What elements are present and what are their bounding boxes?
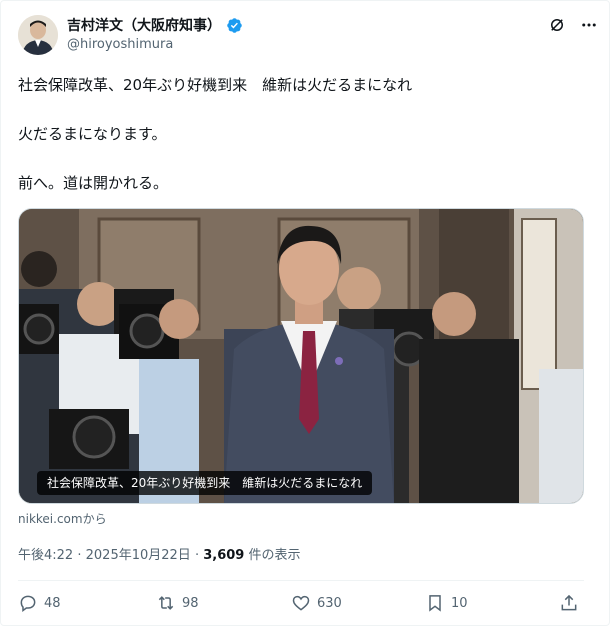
views-count: 3,609 (203, 548, 245, 563)
tweet-line: 火だるまになります。 (18, 125, 167, 143)
bookmark-button[interactable]: 10 (425, 590, 468, 616)
link-source[interactable]: nikkei.comから (18, 510, 107, 527)
share-icon (561, 594, 577, 611)
views-label: 件の表示 (248, 548, 301, 563)
tweet-time[interactable]: 午後4:22 (18, 548, 73, 563)
verified-badge-icon (226, 17, 243, 34)
repost-button[interactable]: 98 (156, 590, 199, 616)
like-button[interactable]: 630 (291, 590, 342, 616)
tweet-text: 社会保障改革、20年ぶり好機到来 維新は火だるまになれ 火だるまになります。 前… (18, 75, 594, 193)
heart-icon (292, 595, 310, 611)
action-bar: 48 98 630 10 (18, 590, 584, 616)
grok-icon[interactable] (547, 15, 567, 35)
bookmark-icon (429, 595, 441, 612)
meta-separator: · (194, 548, 200, 563)
divider (18, 580, 584, 581)
media-caption: 社会保障改革、20年ぶり好機到来 維新は火だるまになれ (37, 471, 373, 495)
header-actions (547, 15, 599, 35)
avatar[interactable] (18, 15, 58, 55)
display-name[interactable]: 吉村洋文（大阪府知事） (67, 15, 221, 35)
tweet-meta: 午後4:22 · 2025年10月22日 · 3,609 件の表示 (18, 544, 301, 563)
reply-count: 48 (44, 595, 61, 611)
reply-button[interactable]: 48 (18, 590, 61, 616)
repost-icon (158, 596, 174, 610)
tweet-card: 吉村洋文（大阪府知事） @hiroyoshimura 社会保障改革、20年ぶり好… (0, 0, 610, 626)
reply-icon (20, 595, 36, 612)
tweet-date[interactable]: 2025年10月22日 (86, 548, 191, 563)
meta-separator: · (77, 548, 82, 563)
like-count: 630 (317, 595, 342, 611)
news-photo (19, 209, 583, 503)
author-name-row: 吉村洋文（大阪府知事） (67, 15, 243, 35)
bookmark-count: 10 (451, 595, 468, 611)
author-handle[interactable]: @hiroyoshimura (67, 37, 173, 52)
link-card-media[interactable]: 社会保障改革、20年ぶり好機到来 維新は火だるまになれ (18, 208, 584, 504)
more-icon[interactable] (579, 15, 599, 35)
tweet-line: 社会保障改革、20年ぶり好機到来 維新は火だるまになれ (18, 76, 413, 94)
share-button[interactable] (559, 590, 579, 616)
repost-count: 98 (182, 595, 199, 611)
avatar-image (18, 15, 58, 55)
tweet-line: 前へ。道は開かれる。 (18, 174, 169, 192)
